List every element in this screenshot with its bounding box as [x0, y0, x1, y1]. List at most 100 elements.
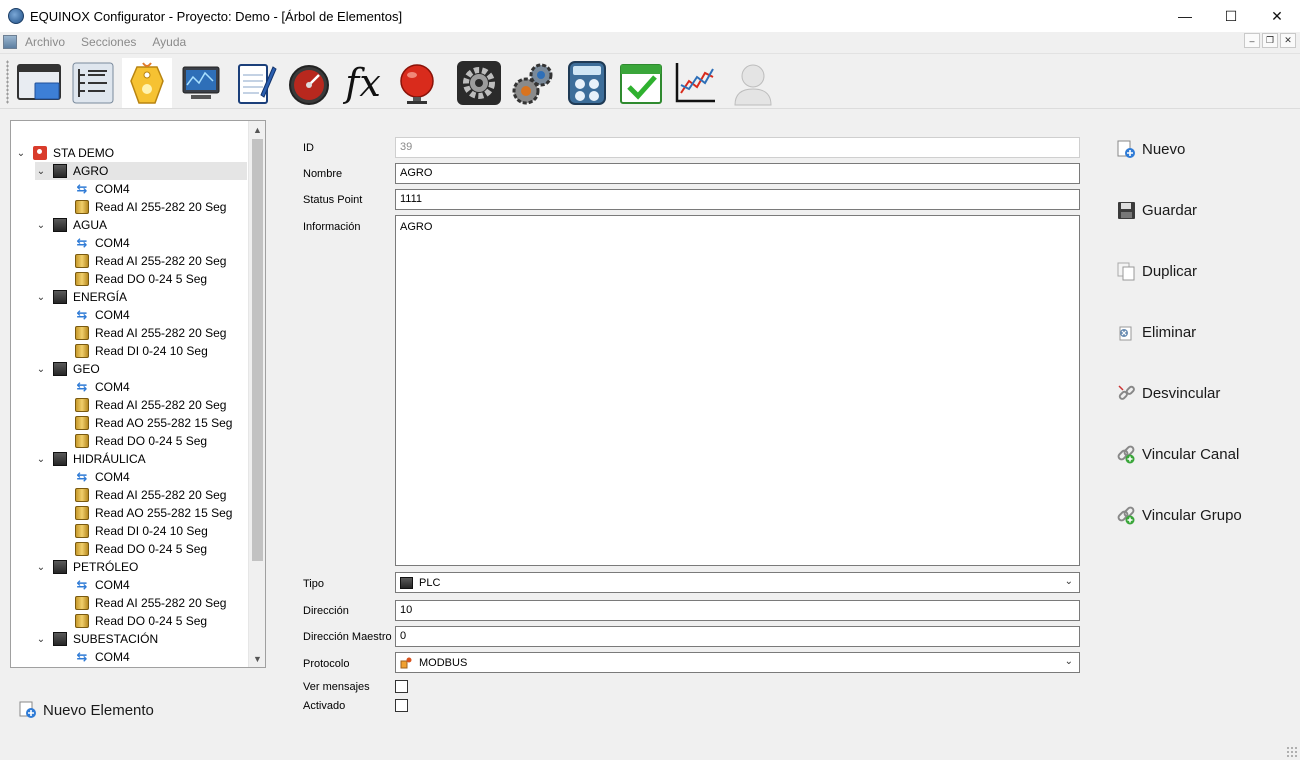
tree-element-node[interactable]: ⌄ HIDRÁULICA: [35, 450, 146, 468]
toolbar-settings-button[interactable]: [454, 58, 504, 108]
tree-leaf-node[interactable]: Read AI 255-282 20 Seg: [75, 594, 226, 612]
tree-element-node[interactable]: ⌄ SUBESTACIÓN: [35, 630, 158, 648]
tree-node-label: Read AI 255-282 20 Seg: [95, 200, 227, 214]
tipo-select[interactable]: PLC ⌄: [395, 572, 1080, 593]
tree-node-label: AGRO: [73, 164, 109, 178]
chevron-down-icon[interactable]: ⌄: [35, 291, 47, 303]
close-button[interactable]: ✕: [1254, 0, 1300, 32]
tree-leaf-node[interactable]: Read DO 0-24 5 Seg: [75, 270, 207, 288]
scroll-up-button[interactable]: ▲: [249, 121, 265, 138]
tree-leaf-node[interactable]: ⇆ COM4: [75, 576, 130, 594]
toolbar-gauge-button[interactable]: [284, 58, 334, 108]
tree-root-node[interactable]: ⌄ STA DEMO: [15, 144, 114, 162]
nuevo-button[interactable]: Nuevo: [1117, 140, 1185, 159]
tree-element-node[interactable]: ⌄ AGUA: [35, 216, 107, 234]
nombre-field[interactable]: AGRO: [395, 163, 1080, 184]
tree-leaf-node[interactable]: Read AI 255-282 20 Seg: [75, 486, 226, 504]
com-port-icon: ⇆: [76, 649, 88, 664]
gauge-icon: [289, 65, 329, 105]
chevron-down-icon[interactable]: ⌄: [35, 633, 47, 645]
activado-checkbox[interactable]: [395, 699, 408, 712]
vincular-grupo-button[interactable]: Vincular Grupo: [1117, 506, 1242, 525]
toolbar-calculator-button[interactable]: [562, 58, 612, 108]
ver-mensajes-checkbox[interactable]: [395, 680, 408, 693]
chevron-down-icon[interactable]: ⌄: [35, 561, 47, 573]
toolbar-notepad-button[interactable]: [230, 58, 280, 108]
direccion-maestro-field[interactable]: 0: [395, 626, 1080, 647]
scroll-down-button[interactable]: ▼: [249, 650, 265, 667]
vincular-canal-button[interactable]: Vincular Canal: [1117, 445, 1239, 464]
mdi-minimize-button[interactable]: ‒: [1244, 33, 1260, 48]
status-point-field[interactable]: 1111: [395, 189, 1080, 210]
tree-element-node[interactable]: ⌄ GEO: [35, 360, 100, 378]
toolbar-tree-button[interactable]: [68, 58, 118, 108]
toolbar-gears-button[interactable]: [508, 58, 558, 108]
element-tree[interactable]: ⌄ STA DEMO ⌄ AGRO ⇆ COM4 Read AI 255-282 20 Se…: [10, 120, 266, 668]
tree-element-node[interactable]: ⌄ ENERGÍA: [35, 288, 127, 306]
toolbar-grip[interactable]: [6, 60, 9, 104]
tree-node-label: STA DEMO: [53, 146, 115, 160]
mdi-document-icon[interactable]: [3, 35, 17, 49]
tree-leaf-node[interactable]: Read AI 255-282 20 Seg: [75, 252, 226, 270]
tree-leaf-node[interactable]: Read AO 255-282 15 Seg: [75, 504, 232, 522]
chevron-down-icon[interactable]: ⌄: [15, 147, 27, 159]
menu-ayuda[interactable]: Ayuda: [152, 35, 186, 49]
mdi-restore-button[interactable]: ❐: [1262, 33, 1278, 48]
minimize-button[interactable]: —: [1162, 0, 1208, 32]
tree-leaf-node[interactable]: ⇆ COM4: [75, 378, 130, 396]
tree-leaf-node[interactable]: Read DO 0-24 5 Seg: [75, 540, 207, 558]
settings-gear-icon: [457, 61, 501, 105]
informacion-textarea[interactable]: AGRO: [395, 215, 1080, 566]
read-block-icon: [75, 326, 89, 340]
tree-leaf-node[interactable]: Read AI 255-282 20 Seg: [75, 324, 226, 342]
tree-leaf-node[interactable]: ⇆ COM4: [75, 306, 130, 324]
direccion-field[interactable]: 10: [395, 600, 1080, 621]
toolbar-alarm-button[interactable]: [392, 58, 442, 108]
tree-element-node[interactable]: ⌄ PETRÓLEO: [35, 558, 138, 576]
chevron-down-icon[interactable]: ⌄: [35, 219, 47, 231]
scroll-thumb[interactable]: [252, 139, 263, 561]
tree-leaf-node[interactable]: ⇆ COM4: [75, 234, 130, 252]
tree-leaf-node[interactable]: ⇆ COM4: [75, 468, 130, 486]
chevron-down-icon[interactable]: ⌄: [35, 453, 47, 465]
protocolo-select[interactable]: MODBUS ⌄: [395, 652, 1080, 673]
tree-node-label: Read DI 0-24 10 Seg: [95, 344, 208, 358]
tree-node-label: COM4: [95, 650, 130, 664]
tree-leaf-node[interactable]: Read DO 0-24 5 Seg: [75, 612, 207, 630]
toolbar-user-button[interactable]: [728, 58, 778, 108]
menu-archivo[interactable]: Archivo: [25, 35, 65, 49]
toolbar-monitor-button[interactable]: [176, 58, 226, 108]
modbus-icon: [400, 657, 413, 669]
toolbar-formula-button[interactable]: fx: [338, 58, 388, 108]
tree-leaf-node[interactable]: Read AI 255-282 20 Seg: [75, 198, 226, 216]
menu-secciones[interactable]: Secciones: [81, 35, 136, 49]
tree-leaf-node[interactable]: Read DI 0-24 10 Seg: [75, 342, 208, 360]
duplicar-button[interactable]: Duplicar: [1117, 262, 1197, 281]
chevron-down-icon[interactable]: ⌄: [35, 363, 47, 375]
tree-node-label: Read AI 255-282 20 Seg: [95, 326, 227, 340]
tree-leaf-node[interactable]: ⇆ COM4: [75, 180, 130, 198]
guardar-button[interactable]: Guardar: [1117, 201, 1197, 220]
toolbar-calendar-button[interactable]: [616, 58, 666, 108]
tree-scrollbar[interactable]: ▲ ▼: [248, 121, 265, 667]
maximize-button[interactable]: ☐: [1208, 0, 1254, 32]
eliminar-button[interactable]: Eliminar: [1117, 323, 1196, 342]
tree-leaf-node[interactable]: Read AI 255-282 20 Seg: [75, 396, 226, 414]
toolbar-tag-button[interactable]: [122, 58, 172, 108]
tree-leaf-node[interactable]: Read DO 0-24 5 Seg: [75, 432, 207, 450]
tree-leaf-node[interactable]: ⇆ COM4: [75, 648, 130, 666]
read-block-icon: [75, 524, 89, 538]
tree-leaf-node[interactable]: Read AO 255-282 15 Seg: [75, 414, 232, 432]
chevron-down-icon[interactable]: ⌄: [35, 165, 47, 177]
read-block-icon: [75, 488, 89, 502]
tree-leaf-node[interactable]: Read DI 0-24 10 Seg: [75, 522, 208, 540]
toolbar-window-button[interactable]: [14, 58, 64, 108]
new-element-button[interactable]: Nuevo Elemento: [19, 701, 154, 719]
toolbar-chart-button[interactable]: [670, 58, 720, 108]
mdi-close-button[interactable]: ✕: [1280, 33, 1296, 48]
plc-icon: [53, 560, 67, 574]
tree-element-node[interactable]: ⌄ AGRO: [35, 162, 247, 180]
resize-grip[interactable]: [1286, 746, 1298, 758]
desvincular-button[interactable]: Desvincular: [1117, 384, 1220, 403]
plc-icon: [53, 362, 67, 376]
